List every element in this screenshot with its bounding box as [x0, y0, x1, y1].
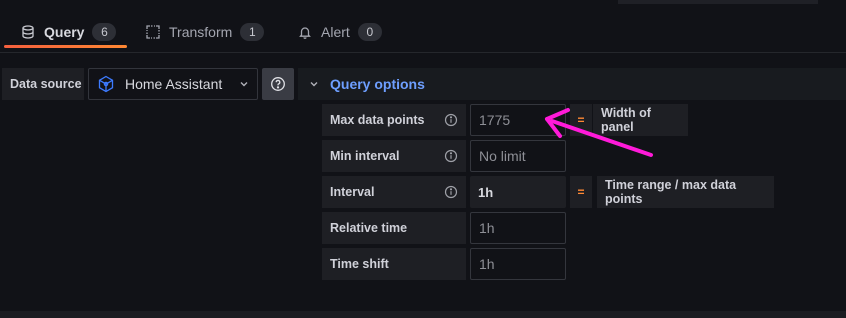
- annotation-arrow: [545, 108, 653, 157]
